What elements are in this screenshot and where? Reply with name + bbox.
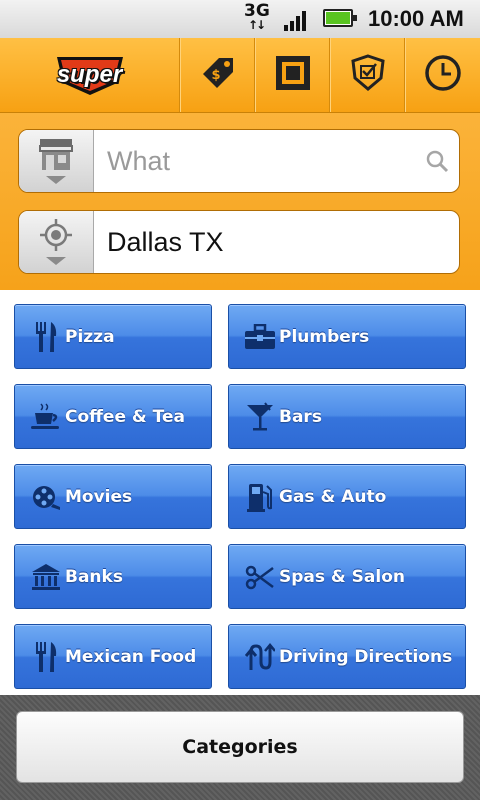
chevron-down-icon bbox=[46, 257, 66, 265]
bank-icon bbox=[29, 560, 63, 594]
category-movies-button[interactable]: Movies bbox=[14, 464, 212, 529]
category-label: Mexican Food bbox=[65, 646, 197, 667]
status-bar: 3G ↑↓ 10:00 AM bbox=[0, 0, 480, 39]
svg-text:$: $ bbox=[211, 68, 220, 83]
deals-button[interactable]: $ bbox=[180, 38, 255, 112]
categories-button[interactable]: Categories bbox=[16, 711, 464, 783]
category-label: Driving Directions bbox=[279, 646, 453, 667]
search-icon[interactable] bbox=[425, 149, 449, 177]
coffee-cup-icon bbox=[29, 400, 63, 434]
clock-icon bbox=[422, 52, 464, 98]
category-banks-button[interactable]: Banks bbox=[14, 544, 212, 609]
scan-button[interactable] bbox=[255, 38, 330, 112]
category-label: Movies bbox=[65, 486, 133, 507]
category-gas-auto-button[interactable]: Gas & Auto bbox=[228, 464, 466, 529]
chevron-down-icon bbox=[46, 176, 66, 184]
app-toolbar: super $ bbox=[0, 38, 480, 113]
network-indicator: 3G ↑↓ bbox=[244, 1, 272, 37]
category-label: Banks bbox=[65, 566, 123, 587]
history-button[interactable] bbox=[405, 38, 480, 112]
barcode-scan-icon bbox=[272, 52, 314, 98]
what-search-field[interactable]: What bbox=[18, 129, 460, 193]
search-panel: What Dallas TX bbox=[0, 113, 480, 290]
shield-check-icon bbox=[347, 52, 389, 98]
category-coffee-tea-button[interactable]: Coffee & Tea bbox=[14, 384, 212, 449]
cocktail-icon bbox=[243, 400, 277, 434]
what-type-selector[interactable] bbox=[19, 130, 94, 192]
category-spas-salon-button[interactable]: Spas & Salon bbox=[228, 544, 466, 609]
category-label: Gas & Auto bbox=[279, 486, 387, 507]
gas-pump-icon bbox=[243, 480, 277, 514]
category-grid: Pizza Plumbers Coffee & Tea Bars Movies … bbox=[0, 290, 480, 695]
category-label: Plumbers bbox=[279, 326, 370, 347]
battery-icon bbox=[323, 9, 357, 27]
scissors-icon bbox=[243, 560, 277, 594]
category-bars-button[interactable]: Bars bbox=[228, 384, 466, 449]
category-label: Spas & Salon bbox=[279, 566, 405, 587]
category-mexican-food-button[interactable]: Mexican Food bbox=[14, 624, 212, 689]
category-label: Coffee & Tea bbox=[65, 406, 185, 427]
directions-icon bbox=[243, 640, 277, 674]
category-label: Bars bbox=[279, 406, 322, 427]
network-activity-icon: ↑↓ bbox=[248, 18, 266, 32]
status-time: 10:00 AM bbox=[368, 6, 464, 31]
price-tag-icon: $ bbox=[197, 52, 239, 98]
category-driving-directions-button[interactable]: Driving Directions bbox=[228, 624, 466, 689]
toolbox-icon bbox=[243, 320, 277, 354]
category-plumbers-button[interactable]: Plumbers bbox=[228, 304, 466, 369]
category-label: Pizza bbox=[65, 326, 115, 347]
what-input-placeholder: What bbox=[107, 146, 171, 176]
where-location-field[interactable]: Dallas TX bbox=[18, 210, 460, 274]
location-type-selector[interactable] bbox=[19, 211, 94, 273]
verified-button[interactable] bbox=[330, 38, 405, 112]
storefront-icon bbox=[38, 137, 74, 175]
signal-strength-icon bbox=[284, 9, 312, 31]
logo-text: super bbox=[56, 61, 123, 88]
bottom-bar: Categories bbox=[0, 695, 480, 800]
film-reel-icon bbox=[29, 480, 63, 514]
fork-knife-icon bbox=[29, 320, 63, 354]
where-input-value: Dallas TX bbox=[107, 227, 224, 257]
location-target-icon bbox=[40, 219, 72, 255]
app-logo[interactable]: super bbox=[0, 38, 180, 112]
category-pizza-button[interactable]: Pizza bbox=[14, 304, 212, 369]
fork-knife-icon bbox=[29, 640, 63, 674]
